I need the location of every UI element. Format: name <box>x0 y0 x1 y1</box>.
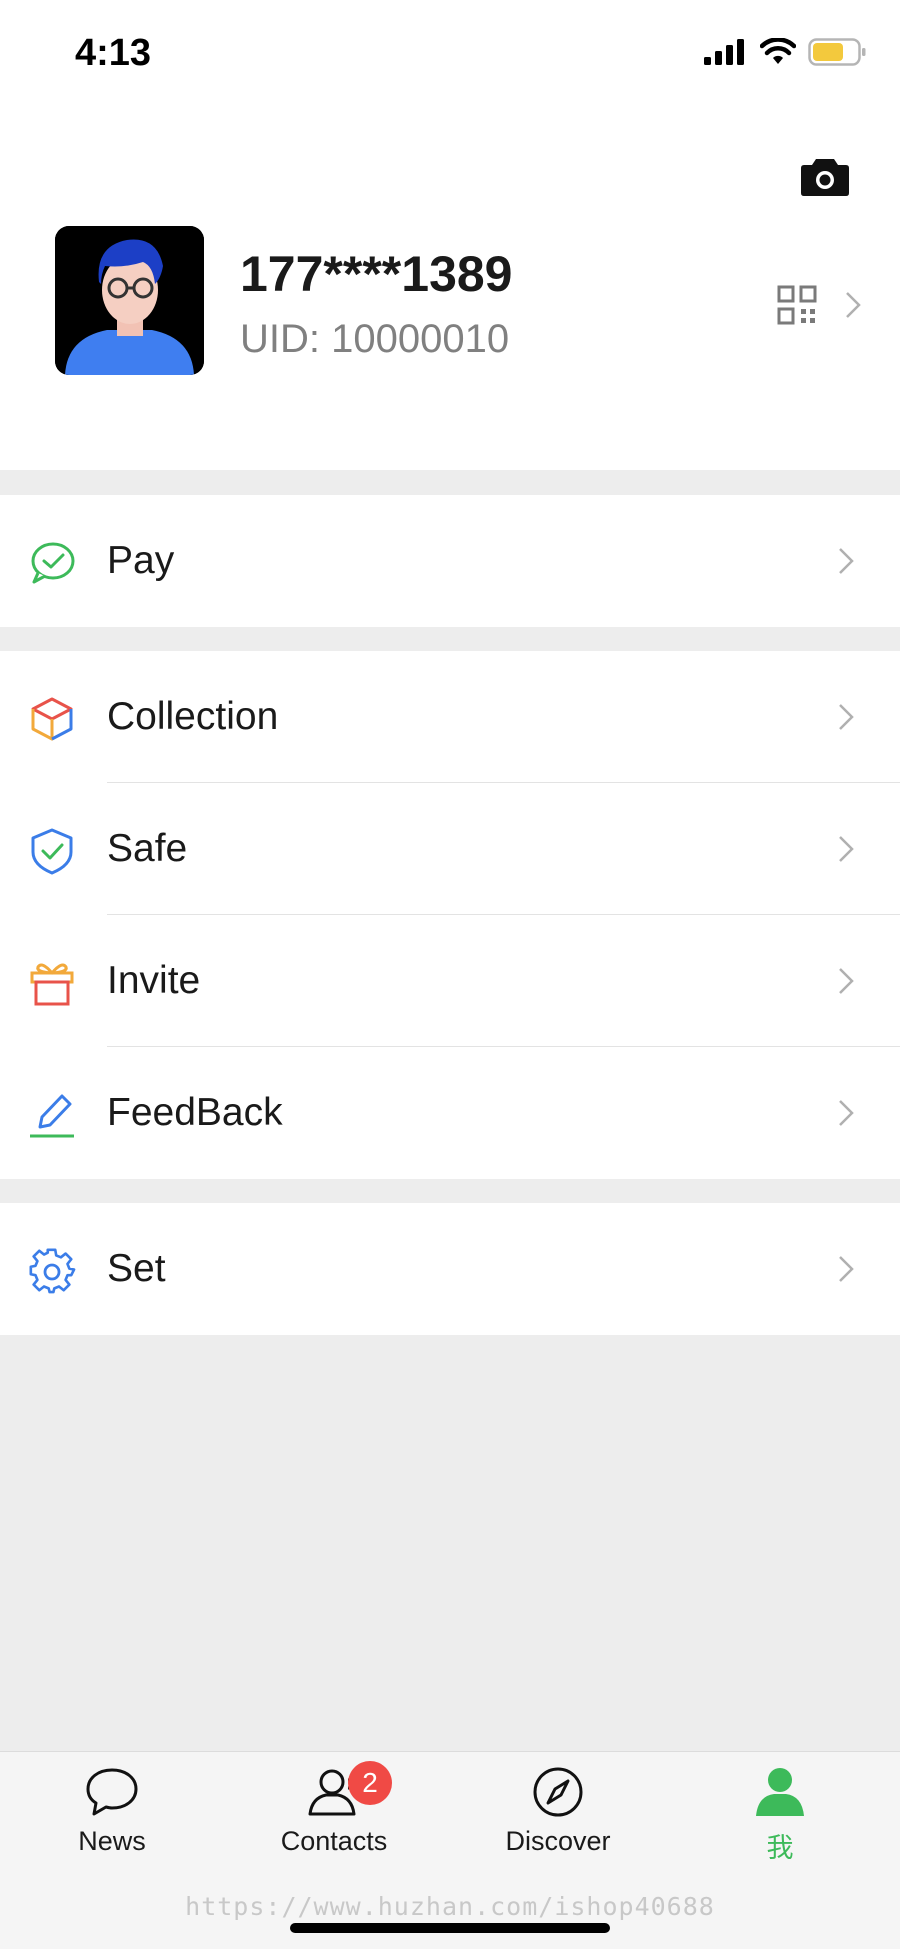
gear-icon <box>29 1248 76 1294</box>
home-indicator <box>290 1923 610 1933</box>
menu-label-pay: Pay <box>107 539 175 582</box>
chevron-right-icon <box>839 1256 854 1282</box>
chevron-right-icon <box>839 968 854 994</box>
menu-label-safe: Safe <box>107 827 188 870</box>
pencil-icon <box>30 1094 74 1138</box>
tab-discover[interactable]: Discover <box>483 1752 633 1882</box>
tab-label-news: News <box>78 1826 146 1856</box>
wifi-icon <box>760 38 796 64</box>
menu-item-set[interactable]: Set <box>0 1203 900 1335</box>
person-icon <box>756 1768 804 1816</box>
user-id: UID: 10000010 <box>240 317 510 361</box>
phone-number: 177****1389 <box>240 246 513 302</box>
tab-contacts[interactable]: 2 Contacts <box>259 1752 409 1882</box>
profile-header[interactable]: 177****1389 UID: 10000010 <box>0 110 900 470</box>
compass-icon <box>533 1767 583 1817</box>
tab-news[interactable]: News <box>37 1752 187 1882</box>
menu-label-feedback: FeedBack <box>107 1091 283 1134</box>
menu-label-set: Set <box>107 1247 166 1290</box>
tab-label-me: 我 <box>766 1833 794 1863</box>
menu-item-collection[interactable]: Collection <box>0 651 900 783</box>
menu-group-set: Set <box>0 1203 900 1335</box>
avatar-illustration-icon <box>55 226 204 375</box>
chevron-right-icon <box>846 292 861 318</box>
status-icons <box>704 38 866 66</box>
me-page: 4:13 177****1389 UID: 10000010 Pay Colle… <box>0 0 900 1949</box>
menu-group-main: Collection Safe Invite FeedBack <box>0 651 900 1179</box>
qr-code-icon[interactable] <box>777 285 817 325</box>
contacts-badge: 2 <box>348 1761 392 1805</box>
status-bar: 4:13 <box>0 0 900 110</box>
shield-icon <box>31 828 73 875</box>
chevron-right-icon <box>839 1100 854 1126</box>
menu-label-collection: Collection <box>107 695 279 738</box>
menu-item-pay[interactable]: Pay <box>0 495 900 627</box>
menu-item-feedback[interactable]: FeedBack <box>0 1047 900 1179</box>
battery-icon <box>808 38 866 66</box>
camera-icon[interactable] <box>800 155 850 197</box>
tab-bar: News 2 Contacts Discover 我 https://www.h… <box>0 1751 900 1949</box>
signal-icon <box>704 39 744 65</box>
chevron-right-icon <box>839 704 854 730</box>
menu-label-invite: Invite <box>107 959 201 1002</box>
pay-icon <box>31 542 75 584</box>
chevron-right-icon <box>839 836 854 862</box>
chat-bubble-icon <box>86 1768 138 1816</box>
avatar[interactable] <box>55 226 204 375</box>
tab-me[interactable]: 我 <box>705 1752 855 1882</box>
tab-label-discover: Discover <box>505 1826 611 1856</box>
menu-group-pay: Pay <box>0 495 900 627</box>
chevron-right-icon <box>839 548 854 574</box>
menu-item-safe[interactable]: Safe <box>0 783 900 915</box>
collection-cube-icon <box>31 697 73 741</box>
watermark: https://www.huzhan.com/ishop40688 <box>185 1892 715 1921</box>
status-time: 4:13 <box>75 32 152 74</box>
menu-item-invite[interactable]: Invite <box>0 915 900 1047</box>
tab-label-contacts: Contacts <box>280 1826 388 1856</box>
gift-icon <box>30 963 74 1006</box>
